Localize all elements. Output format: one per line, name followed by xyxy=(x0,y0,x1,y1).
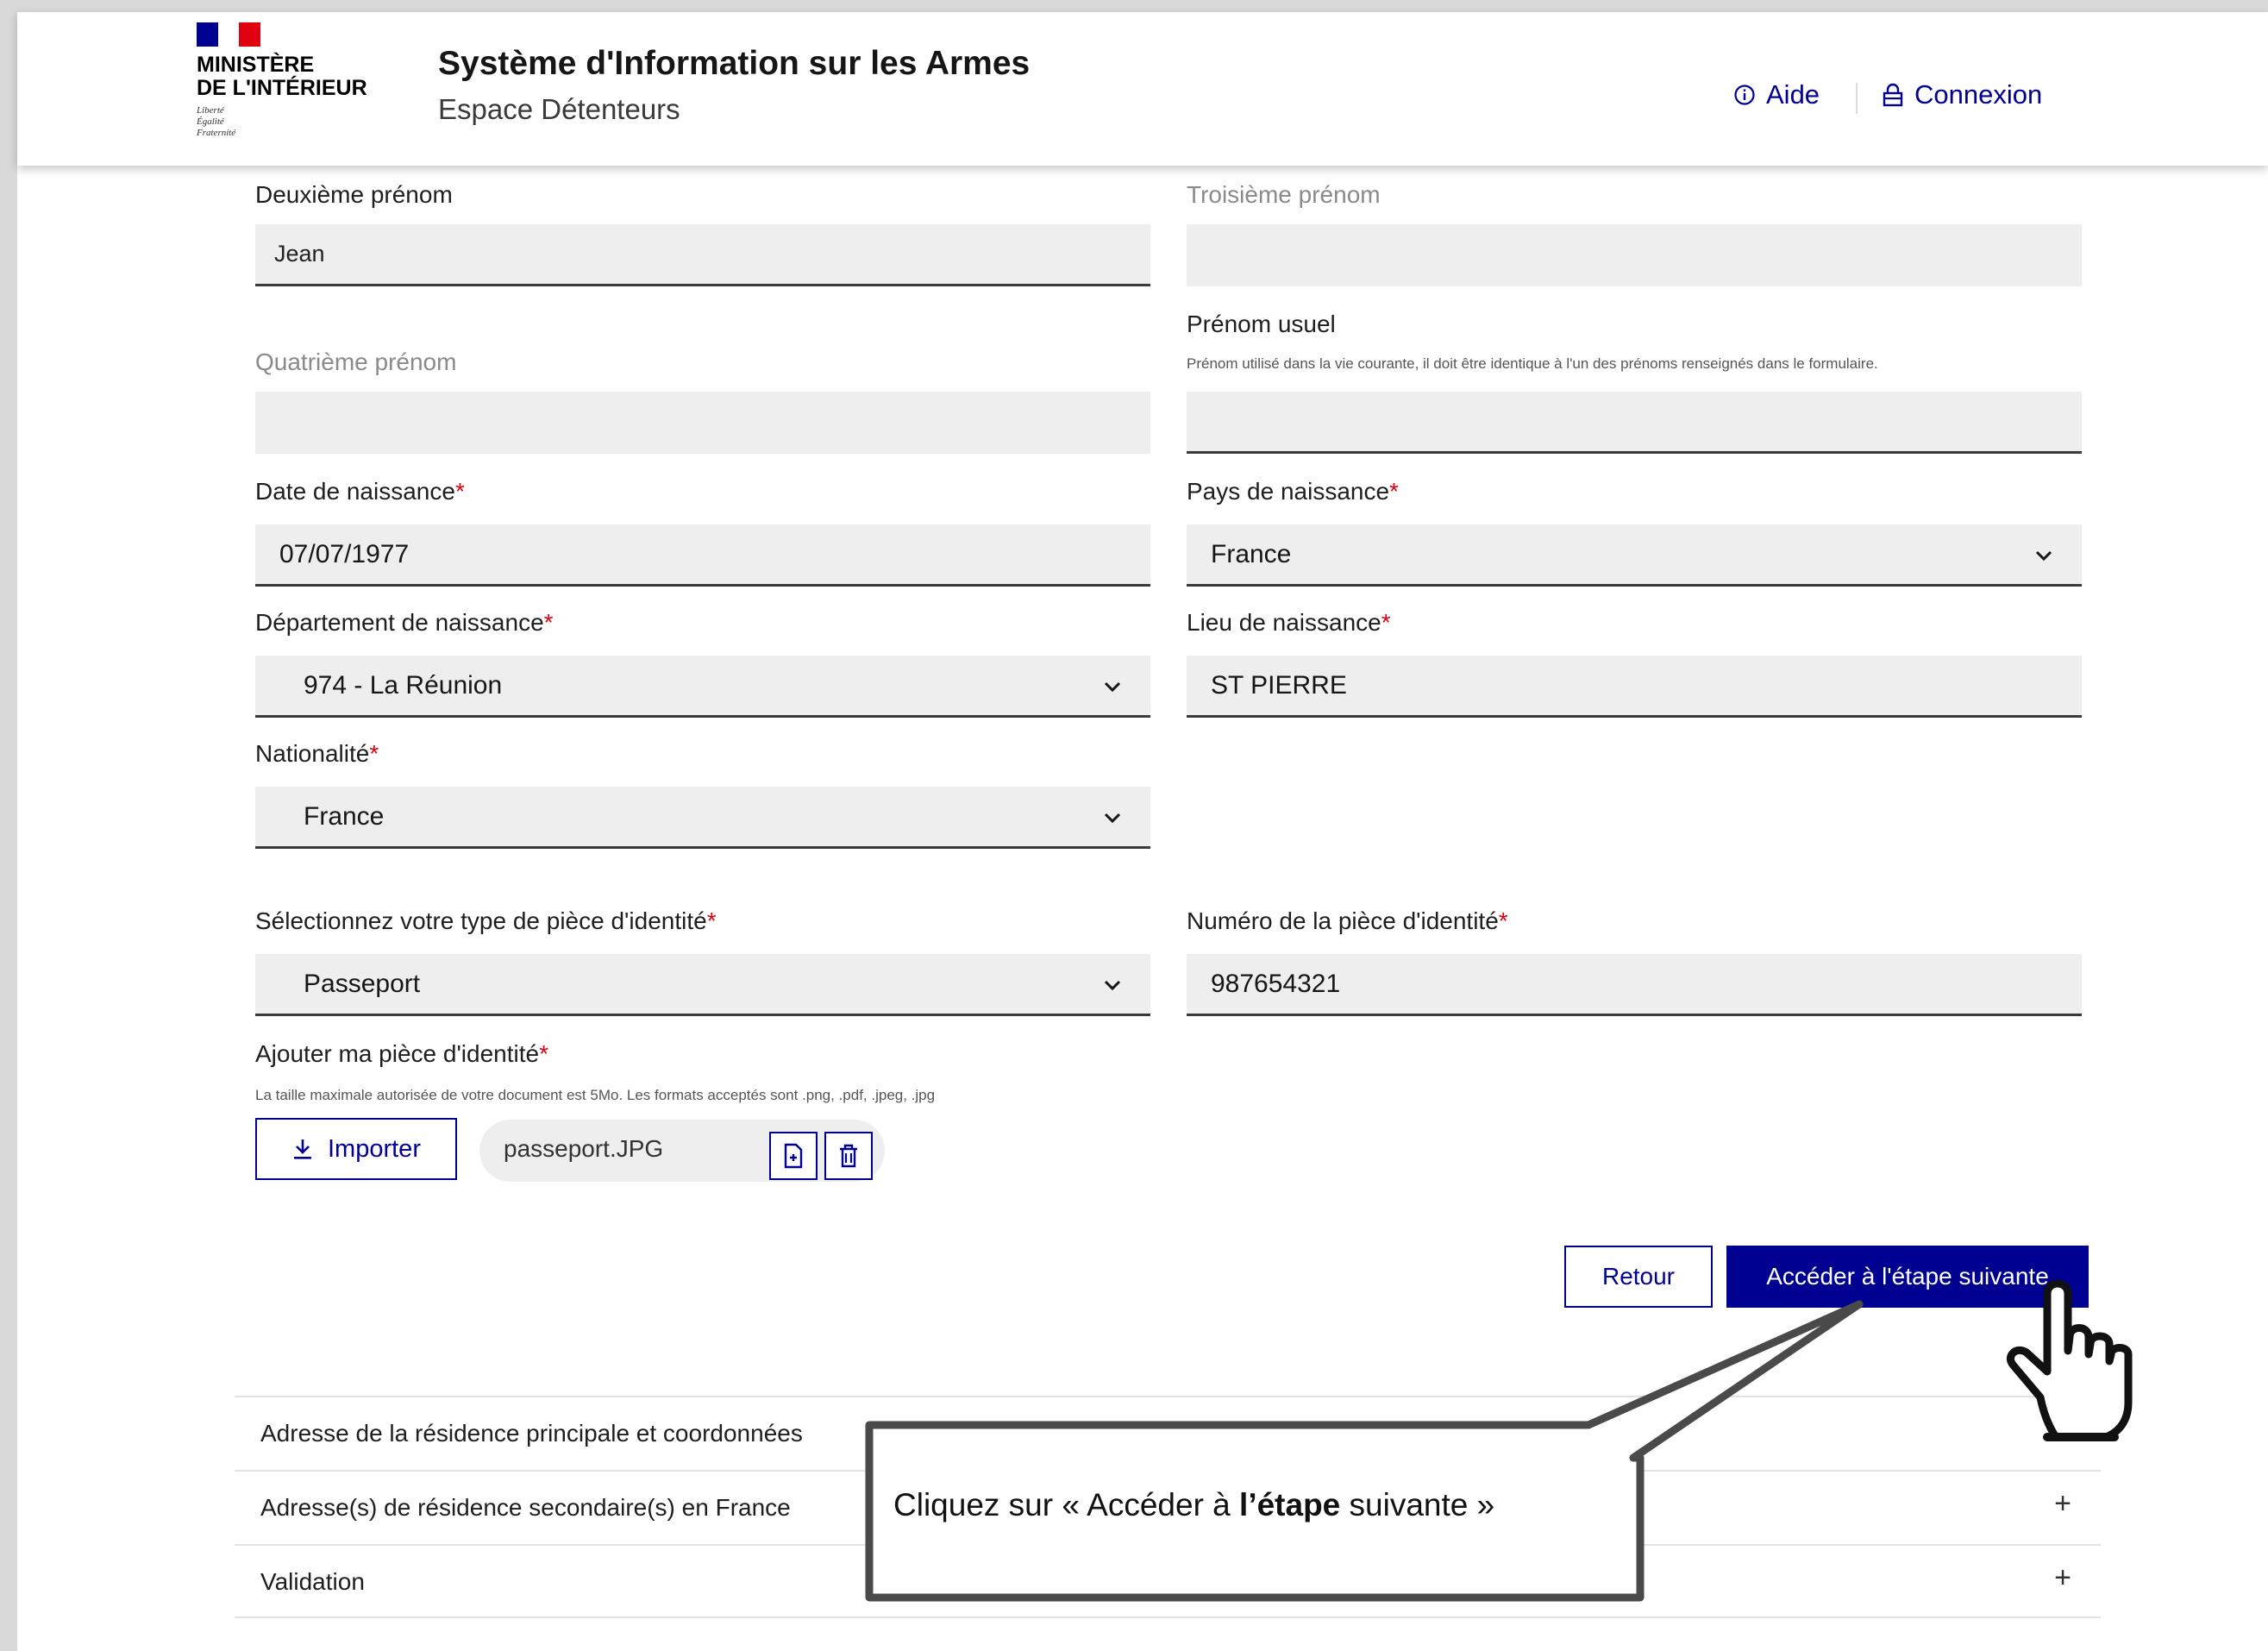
callout-bold: l’étape xyxy=(1239,1487,1341,1522)
pointer-hand-icon xyxy=(2006,1279,2133,1441)
tutorial-callout xyxy=(865,1300,1864,1602)
callout-text: Cliquez sur « Accéder à l’étape suivante… xyxy=(893,1487,1495,1522)
